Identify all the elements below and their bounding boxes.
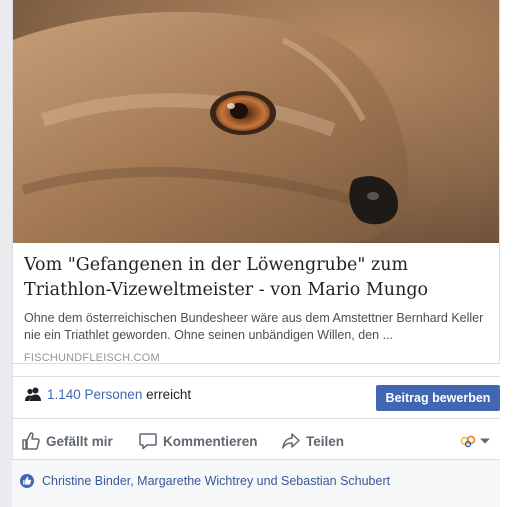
boost-post-button[interactable]: Beitrag bewerben: [376, 385, 500, 411]
chevron-down-icon: [480, 438, 490, 444]
likes-bar: Christine Binder, Margarethe Wichtrey un…: [12, 459, 500, 507]
link-preview-card[interactable]: Vom "Gefangenen in der Löwengrube" zum T…: [12, 0, 500, 364]
link-title[interactable]: Vom "Gefangenen in der Löwengrube" zum T…: [24, 253, 490, 303]
share-label: Teilen: [306, 433, 345, 449]
link-description: Ohne dem österreichischen Bundesheer wär…: [24, 311, 484, 342]
comment-label: Kommentieren: [163, 433, 258, 449]
people-icon: [25, 387, 41, 401]
comment-icon: [139, 433, 157, 450]
share-icon: [282, 433, 300, 449]
audience-selector[interactable]: [460, 432, 490, 450]
reach-text: 1.140 Personen erreicht: [47, 387, 191, 402]
preview-image[interactable]: [13, 0, 499, 243]
like-label: Gefällt mir: [46, 433, 113, 449]
reach-suffix: erreicht: [142, 387, 192, 402]
share-button[interactable]: Teilen: [281, 430, 344, 452]
mongoose-photo: [13, 0, 499, 243]
reach-row: 1.140 Personen erreicht Beitrag bewerben: [12, 377, 500, 415]
likes-names[interactable]: Christine Binder, Margarethe Wichtrey un…: [42, 474, 390, 488]
comment-button[interactable]: Kommentieren: [138, 430, 258, 452]
divider: [12, 418, 500, 419]
reach-count[interactable]: 1.140 Personen: [47, 387, 142, 402]
actions-row: Gefällt mir Kommentieren Teilen: [12, 425, 500, 457]
like-button[interactable]: Gefällt mir: [21, 430, 113, 452]
link-domain: FISCHUNDFLEISCH.COM: [24, 352, 160, 364]
thumbs-up-icon: [22, 432, 40, 450]
emoji-icon: [460, 435, 476, 448]
like-reaction-icon: [20, 474, 34, 488]
